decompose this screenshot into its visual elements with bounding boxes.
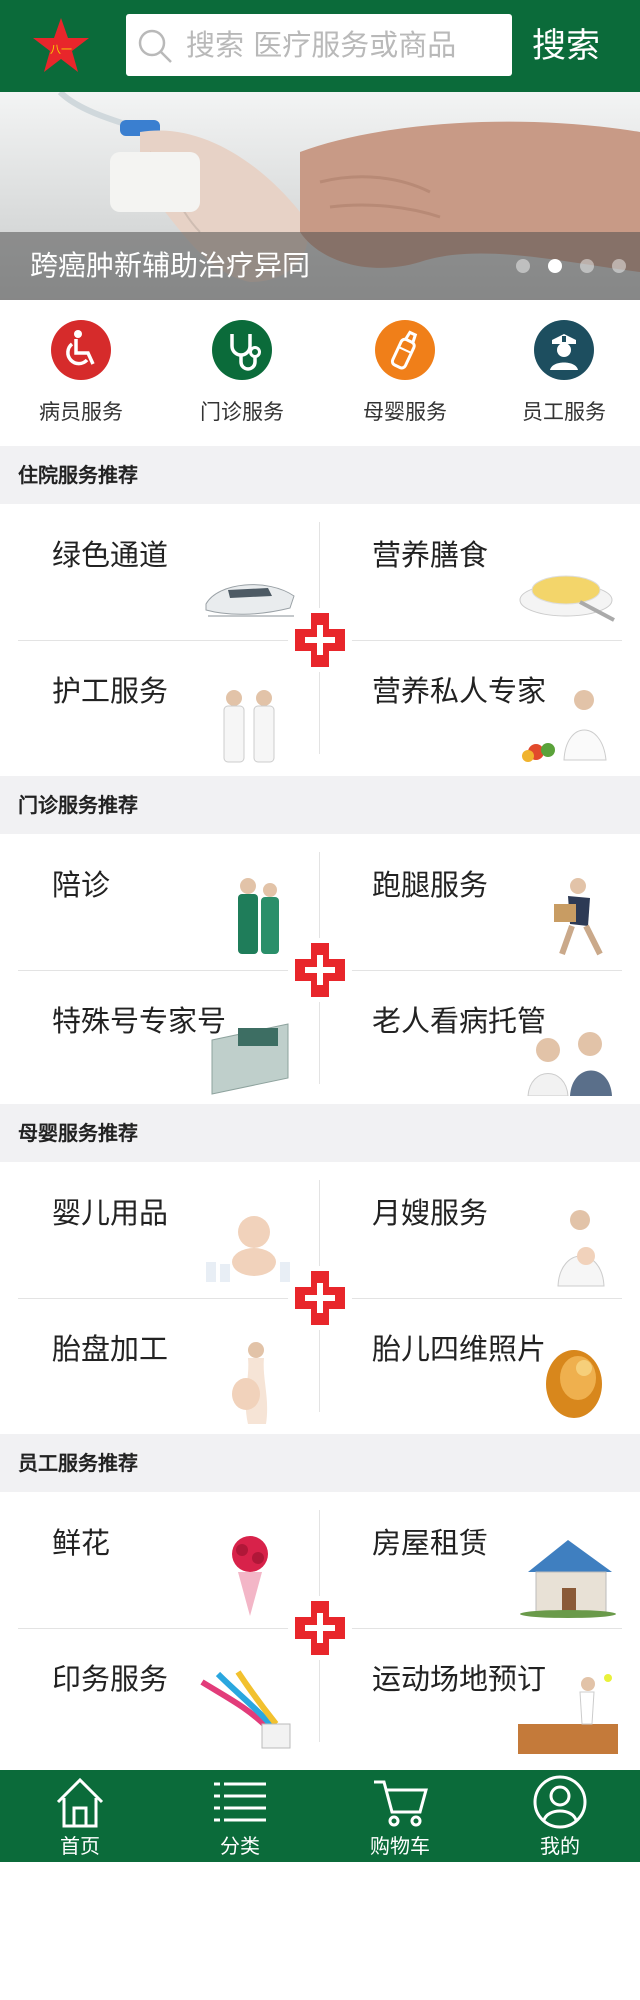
pregnant-woman-image [232,1342,268,1424]
flowers-image [232,1536,268,1616]
section-title: 住院服务推荐 [18,463,138,487]
tab-label: 购物车 [370,1834,430,1858]
service-item[interactable]: 鲜花 [0,1492,320,1628]
search-placeholder: 搜索 医疗服务或商品 [186,28,457,62]
tab-label: 我的 [540,1834,580,1858]
category-maternal-service[interactable]: 母婴服务 [325,320,485,440]
item-label: 月嫂服务 [372,1196,489,1230]
carousel-dots [498,258,626,277]
tab-home[interactable]: 首页 [0,1770,160,1862]
item-label: 跑腿服务 [372,868,489,902]
fetus-4d-image [546,1350,602,1418]
section-title: 母婴服务推荐 [18,1121,138,1145]
medical-cross-icon [288,1266,352,1330]
category-label: 病员服务 [39,400,123,424]
item-label: 房屋租赁 [372,1526,489,1560]
list-icon [214,1782,266,1822]
print-service-image [200,1670,291,1749]
service-item[interactable]: 房屋租赁 [320,1492,640,1628]
service-item[interactable]: 护工服务 [0,640,320,776]
service-item[interactable]: 跑腿服务 [320,834,640,970]
svg-text:八一: 八一 [50,43,72,56]
nurse-icon [534,320,594,380]
search-icon [138,29,172,63]
item-label: 绿色通道 [52,538,169,572]
carousel-dot-active[interactable] [548,259,562,273]
service-item[interactable]: 特殊号专家号 [0,970,320,1106]
service-item[interactable]: 营养私人专家 [320,640,640,776]
tab-label: 首页 [60,1834,100,1858]
tab-category[interactable]: 分类 [160,1770,320,1862]
tab-mine[interactable]: 我的 [480,1770,640,1862]
escort-staff-image [238,878,279,954]
item-label: 婴儿用品 [52,1196,169,1230]
stethoscope-icon [212,320,272,380]
nutrition-meal-image [519,575,615,622]
nursing-staff-image [223,690,275,763]
search-button[interactable]: 搜索 [532,0,600,92]
item-label: 鲜花 [52,1526,111,1560]
section-header-outpatient: 门诊服务推荐 [0,776,640,834]
service-item[interactable]: 老人看病托管 [320,970,640,1106]
category-label: 母婴服务 [363,400,447,424]
nutrition-expert-image [522,690,607,762]
service-item[interactable]: 绿色通道 [0,504,320,640]
user-icon [533,1775,587,1829]
errand-runner-image [554,878,603,956]
baby-bottle-icon [375,320,435,380]
service-item[interactable]: 陪诊 [0,834,320,970]
section-header-inpatient: 住院服务推荐 [0,446,640,504]
item-label: 护工服务 [52,674,169,708]
cart-icon [374,1780,428,1827]
banner-carousel[interactable]: 跨癌肿新辅助治疗异同 [0,92,640,300]
medical-cross-icon [288,938,352,1002]
registration-sign-image [211,1023,289,1095]
search-input[interactable]: 搜索 医疗服务或商品 [126,14,512,76]
item-label: 营养膳食 [372,538,489,572]
carousel-dot[interactable] [580,259,594,273]
bottom-tab-bar: 首页 分类 购物车 我的 [0,1770,640,1862]
carousel-dot[interactable] [516,259,530,273]
section-title: 门诊服务推荐 [18,793,138,817]
service-item[interactable]: 胎儿四维照片 [320,1298,640,1434]
category-patient-service[interactable]: 病员服务 [1,320,161,440]
medical-cross-icon [288,1596,352,1660]
category-outpatient-service[interactable]: 门诊服务 [162,320,322,440]
wheelchair-icon [51,320,111,380]
tab-cart[interactable]: 购物车 [320,1770,480,1862]
category-nav: 病员服务 门诊服务 母婴服务 员工服务 [0,300,640,446]
baby-products-image [206,1216,290,1282]
service-item[interactable]: 胎盘加工 [0,1298,320,1434]
service-item[interactable]: 营养膳食 [320,504,640,640]
banner-caption-bar: 跨癌肿新辅助治疗异同 [0,232,640,300]
red-star-logo[interactable]: 八一 [30,15,92,77]
service-item[interactable]: 婴儿用品 [0,1162,320,1298]
section-header-maternal: 母婴服务推荐 [0,1104,640,1162]
category-label: 员工服务 [522,400,606,424]
service-item[interactable]: 运动场地预订 [320,1628,640,1764]
home-icon [56,1777,104,1828]
top-header: 八一 搜索 医疗服务或商品 搜索 [0,0,640,92]
section-header-staff: 员工服务推荐 [0,1434,640,1492]
item-label: 陪诊 [52,868,111,902]
item-label: 印务服务 [52,1662,169,1696]
nanny-service-image [557,1210,605,1287]
category-label: 门诊服务 [200,400,284,424]
carousel-dot[interactable] [612,259,626,273]
tab-label: 分类 [220,1834,260,1858]
sports-venue-image [518,1674,618,1754]
section-title: 员工服务推荐 [18,1451,138,1475]
item-label: 胎盘加工 [52,1332,169,1366]
green-channel-image [205,584,295,617]
medical-cross-icon [288,608,352,672]
category-staff-service[interactable]: 员工服务 [484,320,640,440]
banner-caption: 跨癌肿新辅助治疗异同 [30,249,311,282]
service-item[interactable]: 月嫂服务 [320,1162,640,1298]
service-item[interactable]: 印务服务 [0,1628,320,1764]
elderly-care-image [527,1032,612,1096]
house-rental-image [520,1540,616,1618]
